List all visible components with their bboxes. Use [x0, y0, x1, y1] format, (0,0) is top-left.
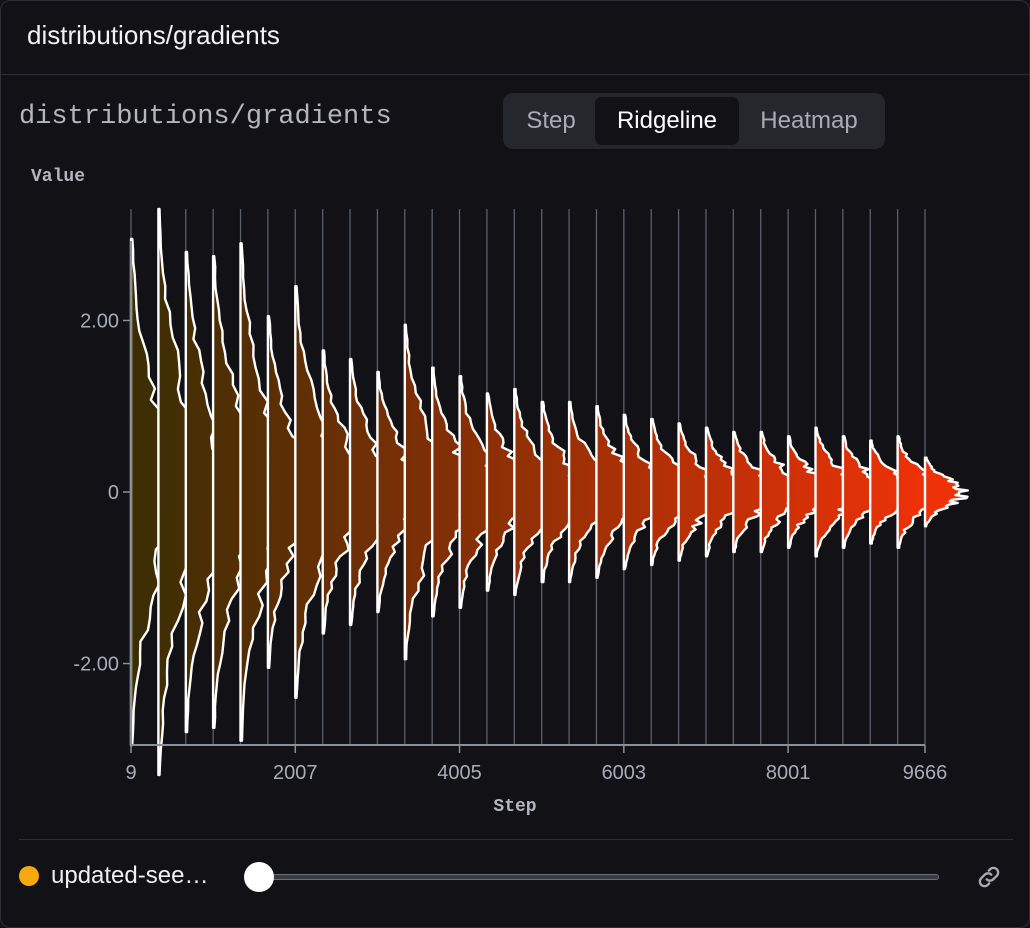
x-tick-label: 9666 [903, 762, 948, 784]
tab-heatmap[interactable]: Heatmap [741, 97, 877, 145]
x-tick-label: 6003 [602, 762, 647, 784]
y-tick-label: -2.00 [73, 654, 119, 676]
x-tick-label: 4005 [437, 762, 482, 784]
step-slider-track[interactable] [259, 874, 939, 880]
tab-ridgeline[interactable]: Ridgeline [595, 97, 739, 145]
x-tick-label: 8001 [766, 762, 811, 784]
y-axis-title: Value [31, 167, 85, 187]
chart-title: distributions/gradients [19, 102, 392, 132]
y-tick-label: 0 [108, 482, 119, 504]
link-icon[interactable] [975, 863, 1003, 891]
x-axis-title: Step [493, 797, 536, 817]
run-name[interactable]: updated-see… [51, 862, 208, 890]
run-color-dot [19, 866, 39, 886]
y-tick-label: 2.00 [80, 310, 119, 332]
x-tick-label: 9 [125, 762, 136, 784]
step-slider-thumb[interactable] [244, 862, 274, 892]
chart-svg: Value 2.00 0 -2.00 9 2007 4005 6003 8001 9666 St… [31, 167, 969, 817]
x-tick-label: 2007 [273, 762, 318, 784]
footer-divider [19, 839, 1013, 840]
ridge-step-9666[interactable] [923, 456, 969, 528]
panel-header: distributions/gradients [1, 1, 1029, 75]
view-mode-switch: Step Ridgeline Heatmap [503, 93, 885, 149]
panel-title: distributions/gradients [27, 20, 280, 50]
distribution-panel: distributions/gradients distributions/gr… [0, 0, 1030, 928]
ridgeline-chart: Value 2.00 0 -2.00 9 2007 4005 6003 8001 9666 St… [1, 151, 1029, 831]
tab-step[interactable]: Step [509, 97, 593, 145]
